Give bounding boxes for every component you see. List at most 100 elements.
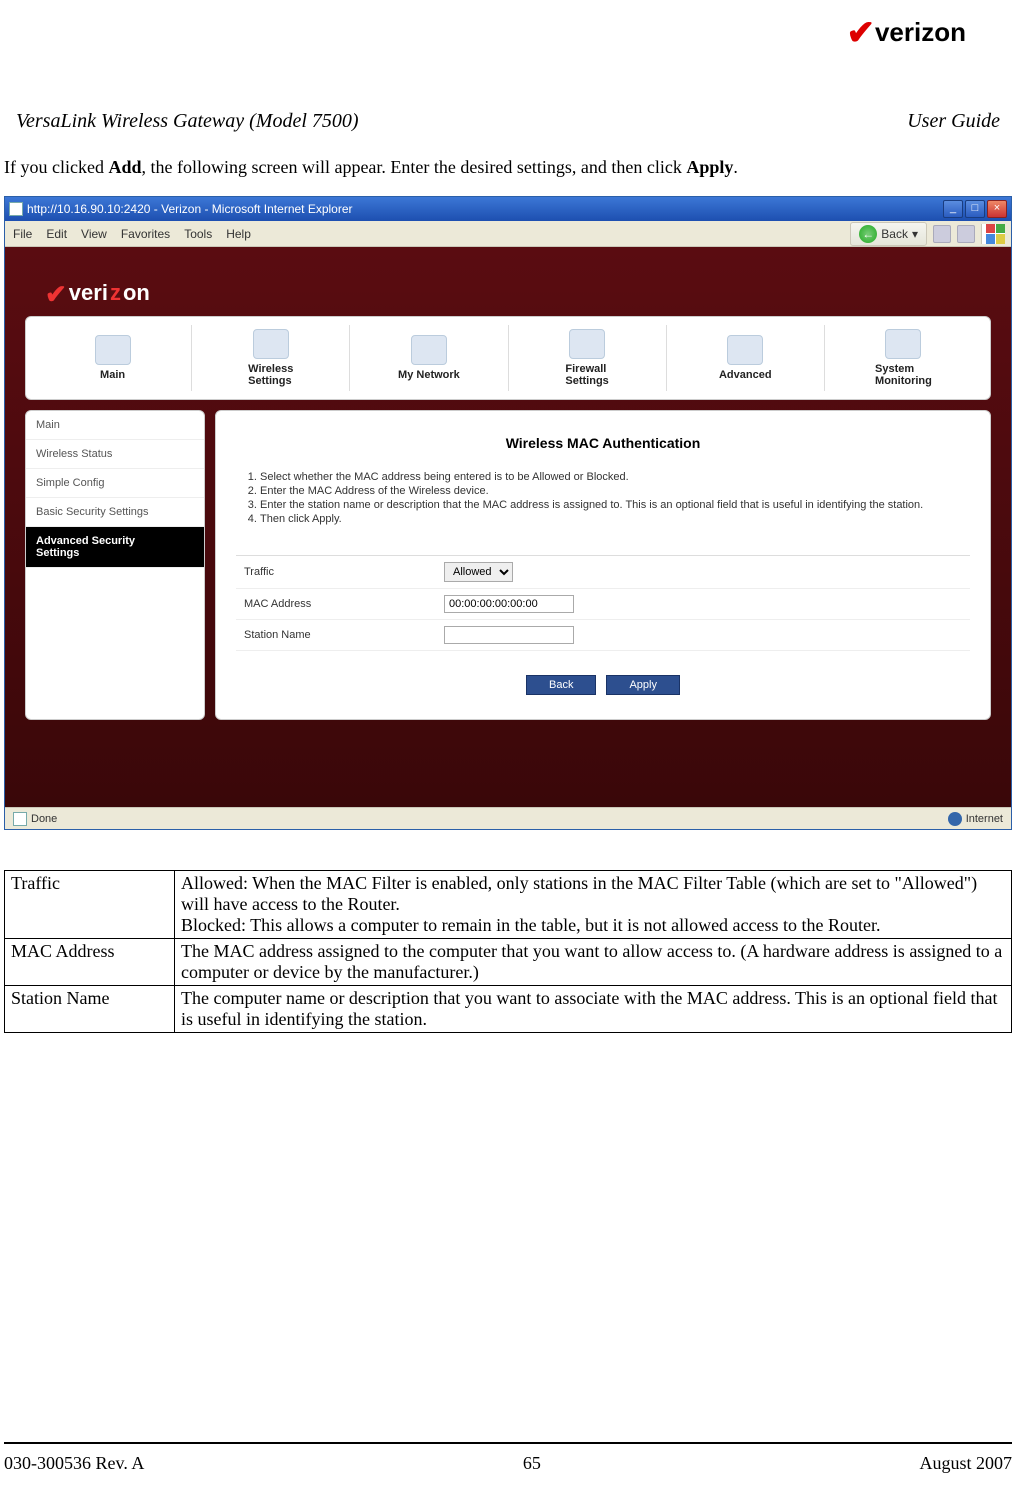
tab-wireless-label: WirelessSettings [248,363,293,387]
instructions-list: Select whether the MAC address being ent… [236,471,970,525]
chevron-down-icon: ▾ [912,227,918,241]
verizon-text-2: on [123,280,150,306]
guide-label: User Guide [907,110,1000,133]
table-row: Station Name The computer name or descri… [5,986,1012,1033]
menu-view[interactable]: View [81,227,107,241]
main-panel: Wireless MAC Authentication Select wheth… [215,410,991,720]
mac-input[interactable] [444,595,574,613]
sidebar-item-basic-security[interactable]: Basic Security Settings [26,498,204,527]
network-icon [411,335,447,365]
sidebar-item-main[interactable]: Main [26,411,204,440]
sidebar-item-simple-config[interactable]: Simple Config [26,469,204,498]
monitor-icon [885,329,921,359]
doc-header: VersaLink Wireless Gateway (Model 7500) … [16,110,1000,133]
intro-paragraph: If you clicked Add, the following screen… [4,157,1012,178]
main-tabbar: Main WirelessSettings My Network Firewal… [25,316,991,400]
def-key-mac: MAC Address [5,939,175,986]
verizon-logo-page: ✔ verizon [45,277,991,308]
firewall-icon [569,329,605,359]
table-row: Traffic Allowed: When the MAC Filter is … [5,871,1012,939]
footer: 030-300536 Rev. A 65 August 2007 [4,1453,1012,1474]
sidebar-item-wireless-status[interactable]: Wireless Status [26,440,204,469]
page-body: ✔ verizon Main WirelessSettings My Netwo… [5,247,1011,807]
mac-label: MAC Address [244,598,444,610]
instruction-3: Enter the station name or description th… [260,499,970,511]
menu-tools[interactable]: Tools [184,227,212,241]
form-area: Traffic Allowed MAC Address Station Name [236,555,970,651]
verizon-logo-top: ✔verizon [846,10,966,50]
def-val-traffic: Allowed: When the MAC Filter is enabled,… [175,871,1012,939]
tab-advanced[interactable]: Advanced [667,325,825,391]
back-button[interactable]: Back [526,675,596,695]
intro-add: Add [108,157,141,177]
status-internet: Internet [966,813,1003,825]
footer-page: 65 [523,1453,541,1474]
traffic-select[interactable]: Allowed [444,562,513,582]
sidebar-item-advanced-security[interactable]: Advanced SecuritySettings [26,527,204,568]
verizon-check-icon: ✔ [846,14,875,52]
ie-page-icon [9,202,23,216]
verizon-check-icon-page: ✔ [45,279,67,310]
maximize-button[interactable]: □ [965,200,985,218]
traffic-label: Traffic [244,566,444,578]
tab-system-monitoring[interactable]: SystemMonitoring [825,325,982,391]
status-done: Done [31,813,57,825]
tab-main-label: Main [100,369,125,381]
row-traffic: Traffic Allowed [236,556,970,589]
minimize-button[interactable]: _ [943,200,963,218]
advanced-icon [727,335,763,365]
tab-advanced-label: Advanced [719,369,772,381]
def-val-mac: The MAC address assigned to the computer… [175,939,1012,986]
tab-wireless-settings[interactable]: WirelessSettings [192,325,350,391]
toolbar-icon-1[interactable] [933,225,951,243]
tab-main[interactable]: Main [34,325,192,391]
table-row: MAC Address The MAC address assigned to … [5,939,1012,986]
instruction-1: Select whether the MAC address being ent… [260,471,970,483]
row-mac: MAC Address [236,589,970,620]
row-station: Station Name [236,620,970,651]
internet-zone-icon [948,812,962,826]
statusbar: Done Internet [5,807,1011,829]
definitions-table: Traffic Allowed: When the MAC Filter is … [4,870,1012,1033]
product-name: VersaLink Wireless Gateway (Model 7500) [16,110,359,133]
menu-edit[interactable]: Edit [46,227,67,241]
toolbar-icon-2[interactable] [957,225,975,243]
menubar: File Edit View Favorites Tools Help ← Ba… [5,221,1011,247]
status-page-icon [13,812,27,826]
verizon-text-1: veri [69,280,108,306]
footer-rev: 030-300536 Rev. A [4,1453,144,1474]
menu-favorites[interactable]: Favorites [121,227,170,241]
menu-items: File Edit View Favorites Tools Help [5,227,251,241]
station-input[interactable] [444,626,574,644]
footer-divider [4,1442,1012,1444]
browser-window: http://10.16.90.10:2420 - Verizon - Micr… [4,196,1012,830]
menu-file[interactable]: File [13,227,32,241]
back-toolbar-button[interactable]: ← Back ▾ [850,222,927,246]
station-label: Station Name [244,629,444,641]
menu-help[interactable]: Help [226,227,251,241]
back-arrow-icon: ← [859,225,877,243]
intro-text-3: . [733,157,738,177]
instruction-4: Then click Apply. [260,513,970,525]
window-title: http://10.16.90.10:2420 - Verizon - Micr… [27,202,353,216]
close-button[interactable]: × [987,200,1007,218]
def-key-traffic: Traffic [5,871,175,939]
intro-text-2: , the following screen will appear. Ente… [142,157,687,177]
def-val-station: The computer name or description that yo… [175,986,1012,1033]
instruction-2: Enter the MAC Address of the Wireless de… [260,485,970,497]
panel-title: Wireless MAC Authentication [236,435,970,451]
tab-firewall-label: FirewallSettings [565,363,608,387]
verizon-z: z [110,280,121,306]
back-label: Back [881,227,908,241]
apply-button[interactable]: Apply [606,675,680,695]
tab-my-network[interactable]: My Network [350,325,508,391]
sidebar: Main Wireless Status Simple Config Basic… [25,410,205,720]
titlebar: http://10.16.90.10:2420 - Verizon - Micr… [5,197,1011,221]
windows-flag-icon [981,224,1005,244]
intro-text-1: If you clicked [4,157,108,177]
main-icon [95,335,131,365]
wireless-icon [253,329,289,359]
tab-network-label: My Network [398,369,460,381]
tab-firewall-settings[interactable]: FirewallSettings [509,325,667,391]
verizon-logo-text: verizon [875,17,966,47]
